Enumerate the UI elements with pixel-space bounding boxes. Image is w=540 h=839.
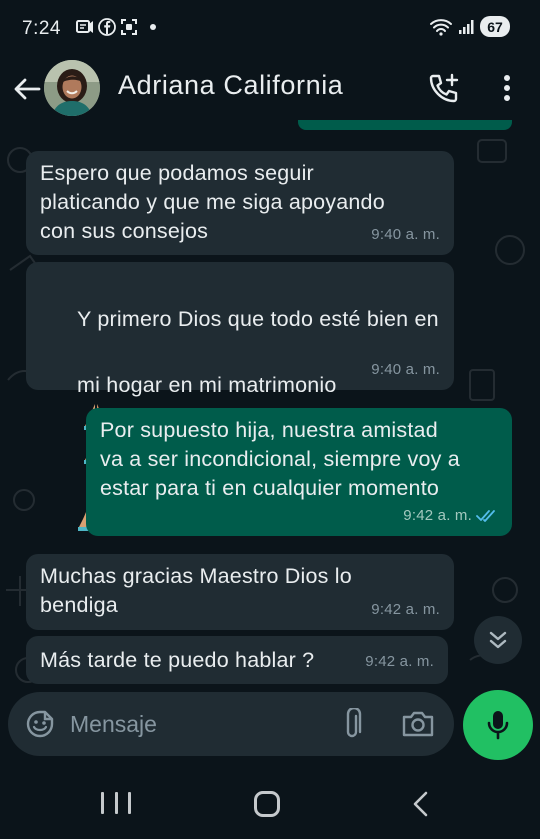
nav-back-icon (413, 791, 428, 817)
signal-icon (458, 18, 474, 36)
message-time: 9:42 a. m. (365, 653, 434, 670)
message-incoming[interactable]: Espero que podamos seguir platicando y q… (26, 151, 454, 255)
recent-apps-button[interactable] (101, 792, 131, 816)
double-chevron-down-icon (489, 631, 507, 649)
voice-message-button[interactable] (463, 690, 533, 760)
status-bar: 7:24 67 (0, 0, 540, 58)
message-composer (8, 692, 454, 756)
attach-icon (346, 708, 362, 738)
message-time: 9:40 a. m. (371, 226, 440, 243)
nav-back-button[interactable] (406, 790, 434, 818)
more-vert-icon (504, 75, 510, 101)
back-button[interactable] (10, 72, 44, 106)
message-input[interactable] (70, 706, 320, 742)
notification-icon (76, 18, 94, 36)
facebook-icon (98, 18, 116, 36)
more-options-button[interactable] (492, 70, 522, 106)
message-incoming[interactable]: Muchas gracias Maestro Dios lo bendiga 9… (26, 554, 454, 630)
home-button[interactable] (254, 791, 280, 817)
message-time: 9:42 a. m. (371, 601, 440, 618)
avatar-photo (44, 60, 100, 116)
battery-indicator: 67 (480, 16, 510, 37)
system-nav-bar (0, 766, 540, 839)
scroll-to-bottom-button[interactable] (474, 616, 522, 664)
attach-button[interactable] (336, 708, 368, 740)
screenshot-icon (120, 18, 138, 36)
add-call-button[interactable] (426, 70, 462, 106)
status-notification-icons (76, 18, 156, 36)
contact-name[interactable]: Adriana California (118, 70, 343, 101)
message-time: 9:40 a. m. (371, 361, 440, 378)
message-outgoing[interactable]: Por supuesto hija, nuestra amistad va a … (86, 408, 512, 536)
chat-header: Adriana California (0, 58, 540, 120)
message-text: Por supuesto hija, nuestra amistad va a … (100, 418, 460, 500)
emoji-icon (26, 710, 54, 738)
message-incoming[interactable]: Y primero Dios que todo esté bien en mi … (26, 262, 454, 531)
status-time: 7:24 (22, 18, 61, 39)
wifi-icon (430, 18, 452, 36)
chat-messages[interactable]: Espero que podamos seguir platicando y q… (0, 120, 540, 695)
status-more-dot (150, 24, 156, 30)
message-time: 9:42 a. m. (403, 501, 498, 530)
back-arrow-icon (14, 78, 41, 100)
emoji-button[interactable] (24, 708, 56, 740)
camera-button[interactable] (401, 708, 435, 740)
previous-outgoing-bubble (298, 120, 512, 130)
read-ticks-icon (476, 509, 495, 522)
status-system-icons: 67 (430, 16, 510, 37)
add-call-icon (429, 73, 459, 103)
mic-icon (487, 711, 509, 740)
message-incoming[interactable]: Más tarde te puedo hablar ? 9:42 a. m. (26, 636, 448, 684)
camera-icon (402, 711, 434, 737)
avatar[interactable] (44, 60, 100, 116)
